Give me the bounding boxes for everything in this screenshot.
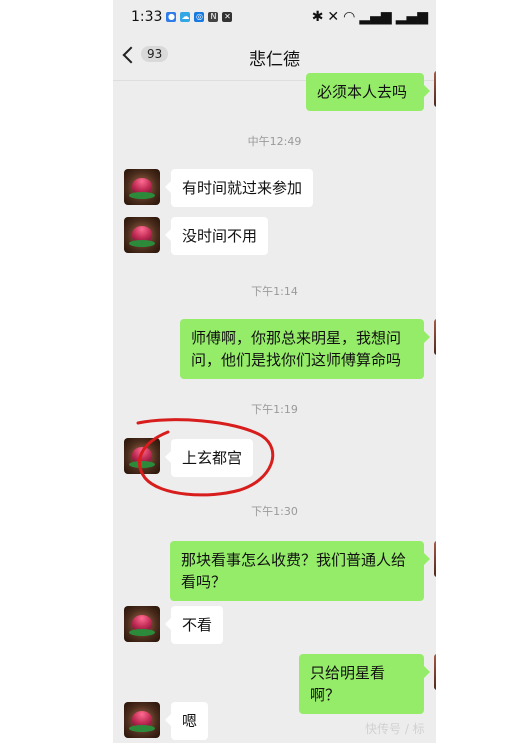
unread-count-badge: 93 bbox=[141, 46, 169, 62]
contact-avatar[interactable] bbox=[124, 606, 160, 642]
nfc-icon: N bbox=[208, 12, 219, 22]
my-avatar bbox=[434, 541, 436, 577]
message-bubble[interactable]: 那块看事怎么收费？我们普通人给看吗？ bbox=[170, 541, 430, 601]
signal-icon-2: ▂▄▆ bbox=[395, 9, 428, 25]
message-bubble[interactable]: 师傅啊，你那总来明星，我想问问，他们是找你们这师傅算命吗 bbox=[180, 319, 430, 379]
timestamp: 下午1:14 bbox=[251, 285, 298, 298]
chat-title: 悲仁德 bbox=[249, 49, 300, 70]
blue-app-icon: ◎ bbox=[194, 12, 205, 22]
status-bar: 1:33 ● ☁ ◎ N ✕ ✱ ✕ ◠ ▂▄▆ ▂▄▆ bbox=[113, 0, 436, 34]
message-bubble[interactable]: 上玄都宫 bbox=[164, 439, 254, 477]
timestamp: 中午12:49 bbox=[247, 135, 302, 148]
status-time: 1:33 bbox=[131, 9, 163, 25]
lotus-leaf-icon bbox=[129, 725, 155, 732]
timestamp: 下午1:30 bbox=[251, 505, 298, 518]
chat-screen: 1:33 ● ☁ ◎ N ✕ ✱ ✕ ◠ ▂▄▆ ▂▄▆ 93 悲仁德 必须本人… bbox=[113, 0, 436, 743]
message-bubble[interactable]: 嗯 bbox=[164, 702, 209, 740]
app-icon: ● bbox=[166, 12, 177, 22]
signal-icon: ▂▄▆ bbox=[359, 9, 392, 25]
lotus-leaf-icon bbox=[129, 629, 155, 636]
wifi-icon: ◠ bbox=[343, 9, 356, 25]
my-avatar bbox=[434, 319, 436, 355]
message-bubble[interactable]: 有时间就过来参加 bbox=[164, 169, 314, 207]
mute-icon: ✕ bbox=[222, 12, 233, 22]
contact-avatar[interactable] bbox=[124, 217, 160, 253]
lotus-leaf-icon bbox=[129, 240, 155, 247]
back-button[interactable]: 93 bbox=[122, 46, 169, 64]
message-bubble[interactable]: 必须本人去吗 bbox=[306, 73, 430, 111]
contact-avatar[interactable] bbox=[124, 438, 160, 474]
silent-icon: ✕ bbox=[327, 9, 340, 25]
contact-avatar[interactable] bbox=[124, 169, 160, 205]
watermark: 快传号 / 标 bbox=[365, 722, 425, 736]
contact-avatar[interactable] bbox=[124, 702, 160, 738]
my-avatar bbox=[434, 71, 436, 107]
message-bubble[interactable]: 没时间不用 bbox=[164, 217, 269, 255]
my-avatar bbox=[434, 654, 436, 690]
message-bubble[interactable]: 只给明星看啊？ bbox=[299, 654, 430, 714]
timestamp: 下午1:19 bbox=[251, 403, 298, 416]
cloud-icon: ☁ bbox=[180, 12, 191, 22]
bluetooth-icon: ✱ bbox=[311, 9, 324, 25]
lotus-leaf-icon bbox=[129, 192, 155, 199]
lotus-leaf-icon bbox=[129, 461, 155, 468]
message-bubble[interactable]: 不看 bbox=[164, 606, 224, 644]
chevron-left-icon bbox=[122, 46, 140, 64]
